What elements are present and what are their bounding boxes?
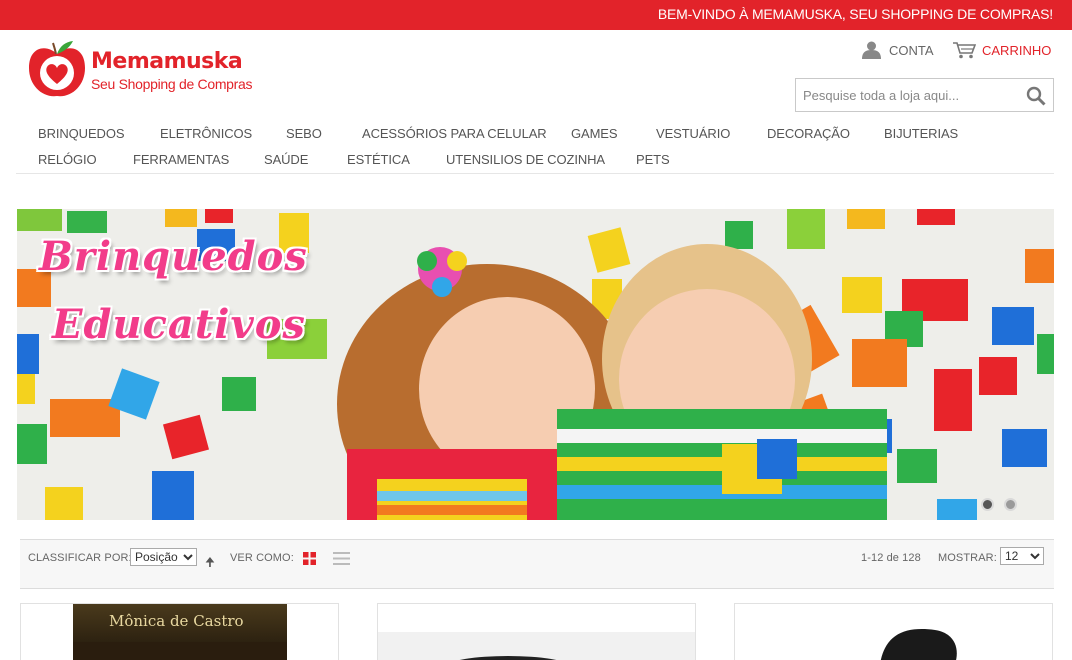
nav-item-utensilios-cozinha[interactable]: UTENSILIOS DE COZINHA — [446, 152, 605, 167]
nav-item-decoracao[interactable]: DECORAÇÃO — [767, 126, 850, 141]
product-card[interactable]: Mônica de Castro — [20, 603, 339, 660]
nav-item-games[interactable]: GAMES — [571, 126, 618, 141]
sort-select[interactable]: Posição — [130, 548, 197, 566]
nav-item-bijuterias[interactable]: BIJUTERIAS — [884, 126, 958, 141]
catalog-toolbar: CLASSIFICAR POR: Posição 🠉 VER COMO: 1-1… — [20, 539, 1054, 589]
list-view-icon[interactable] — [333, 551, 350, 566]
slider-dot-2[interactable] — [1004, 498, 1017, 511]
nav-item-eletronicos[interactable]: ELETRÔNICOS — [160, 126, 252, 141]
brand-name: Memamuska — [91, 49, 243, 74]
product-card[interactable] — [734, 603, 1053, 660]
apple-heart-logo-icon — [29, 41, 85, 97]
nav-item-vestuario[interactable]: VESTUÁRIO — [656, 126, 730, 141]
brand-tagline: Seu Shopping de Compras — [91, 76, 253, 92]
search-box — [795, 78, 1054, 112]
grid-view-icon[interactable] — [303, 552, 316, 565]
search-icon[interactable] — [1026, 86, 1046, 106]
welcome-bar: BEM-VINDO À MEMAMUSKA, SEU SHOPPING DE C… — [0, 0, 1072, 30]
nav-divider — [16, 173, 1054, 174]
account-link[interactable]: CONTA — [862, 40, 934, 60]
product-image-gadget — [880, 629, 957, 660]
cart-icon — [953, 42, 976, 59]
search-input[interactable] — [796, 79, 1016, 111]
banner-title-line1: Brinquedos — [39, 233, 308, 280]
account-label: CONTA — [889, 42, 934, 58]
nav-item-estetica[interactable]: ESTÉTICA — [347, 152, 410, 167]
book-cover-author: Mônica de Castro — [109, 612, 244, 630]
slider-dot-1[interactable] — [981, 498, 994, 511]
limit-label: MOSTRAR: — [938, 552, 997, 564]
user-icon — [862, 41, 881, 59]
limit-select[interactable]: 12 — [1000, 547, 1044, 565]
nav-item-brinquedos[interactable]: BRINQUEDOS — [38, 126, 125, 141]
nav-item-pets[interactable]: PETS — [636, 152, 670, 167]
item-count: 1-12 de 128 — [861, 552, 921, 564]
sort-direction-arrow-icon[interactable]: 🠉 — [205, 553, 215, 574]
product-image-electronics — [378, 632, 695, 660]
logo[interactable]: Memamuska Seu Shopping de Compras — [27, 38, 267, 100]
cart-link[interactable]: CARRINHO — [952, 40, 1051, 60]
product-card[interactable] — [377, 603, 696, 660]
sort-label: CLASSIFICAR POR: — [28, 552, 132, 564]
view-mode-label: VER COMO: — [230, 552, 294, 564]
cart-label: CARRINHO — [982, 42, 1052, 58]
nav-item-sebo[interactable]: SEBO — [286, 126, 322, 141]
nav-item-ferramentas[interactable]: FERRAMENTAS — [133, 152, 229, 167]
nav-item-relogio[interactable]: RELÓGIO — [38, 152, 97, 167]
banner-title-line2: Educativos — [52, 301, 306, 348]
hero-banner[interactable]: Brinquedos Educativos — [17, 209, 1054, 520]
nav-item-acessorios-celular[interactable]: ACESSÓRIOS PARA CELULAR — [362, 126, 547, 141]
nav-item-saude[interactable]: SAÚDE — [264, 152, 308, 167]
welcome-text: BEM-VINDO À MEMAMUSKA, SEU SHOPPING DE C… — [657, 6, 1053, 22]
